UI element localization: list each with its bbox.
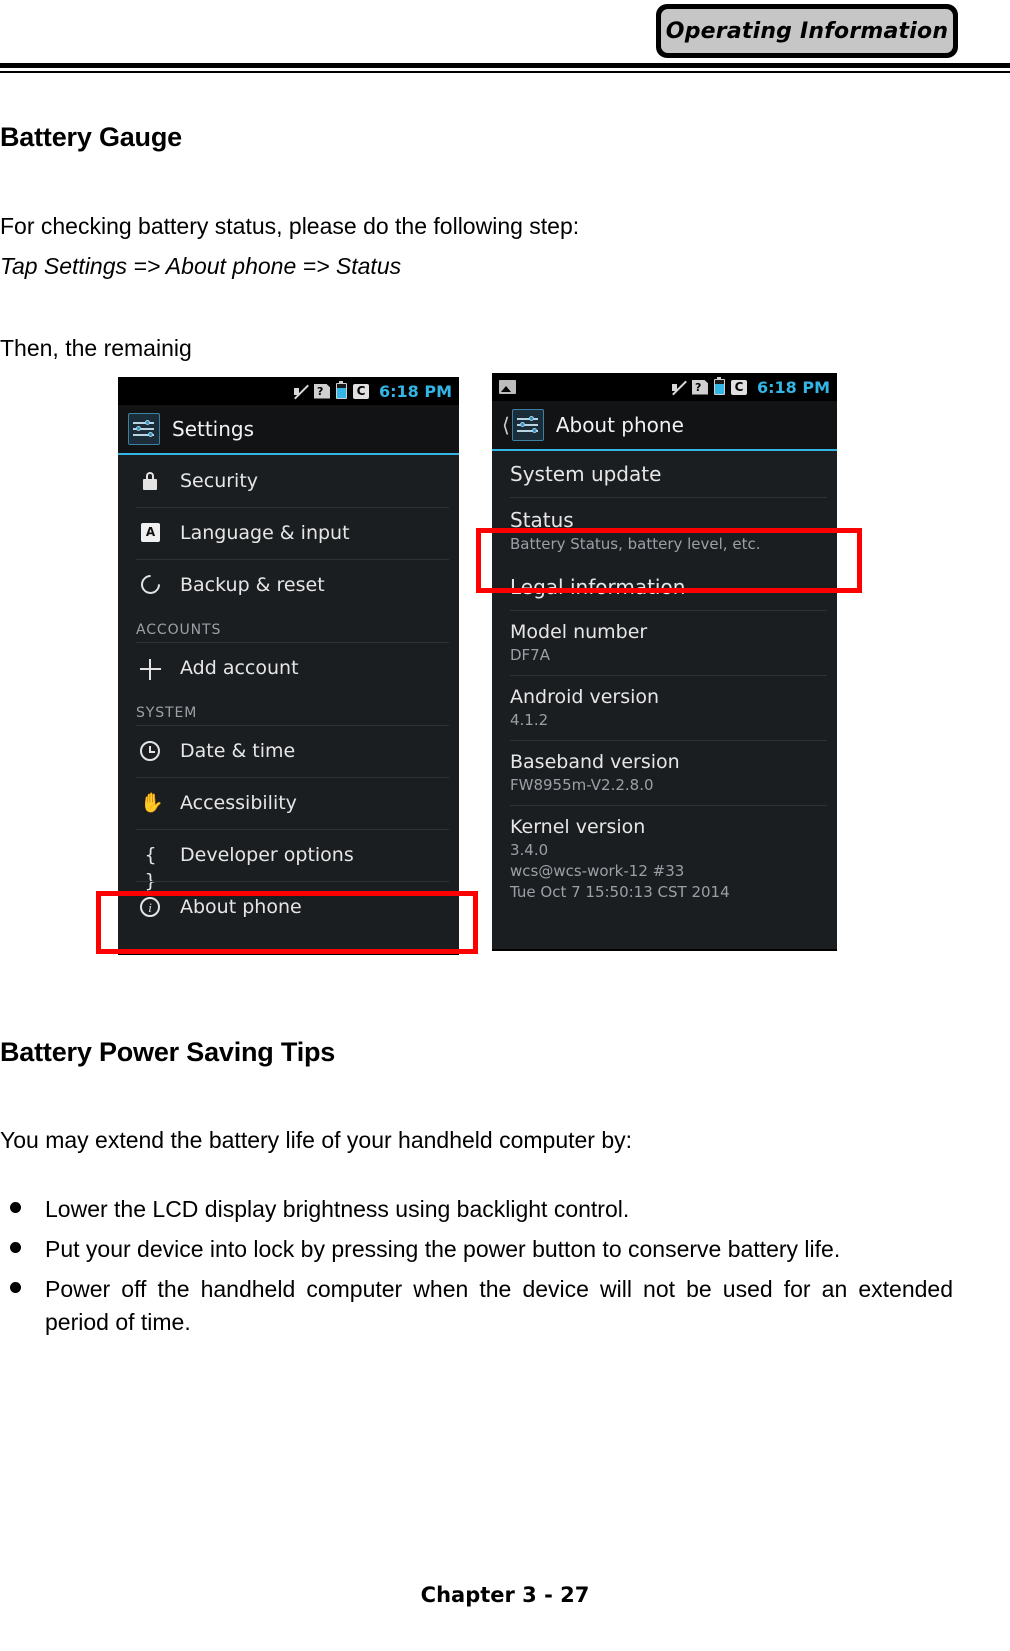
paragraph-check-battery-status: For checking battery status, please do t… (0, 213, 580, 239)
sim-card-icon: ? (691, 379, 708, 395)
list-item-value: 4.1.2 (510, 711, 549, 729)
sidebar-item-date-time[interactable]: Date & time (118, 725, 459, 777)
page-header: Operating Information (0, 0, 1010, 78)
list-item-label: Put your device into lock by pressing th… (45, 1236, 841, 1262)
clock-icon (136, 738, 164, 764)
list-item-android-version[interactable]: Android version 4.1.2 (492, 675, 837, 740)
sidebar-item-backup-reset[interactable]: Backup & reset (118, 559, 459, 611)
app-bar-settings: Settings (118, 405, 459, 455)
list-item-value: DF7A (510, 646, 550, 664)
battery-icon (335, 381, 347, 399)
screenshot-settings: ? C 6:18 PM Settings Security A Language… (118, 377, 459, 955)
list-item: Lower the LCD display brightness using b… (0, 1193, 1010, 1226)
sidebar-item-label: Language & input (180, 522, 350, 544)
list-item-status[interactable]: Status Battery Status, battery level, et… (492, 497, 837, 564)
status-bar-clock: 6:18 PM (756, 377, 830, 397)
list-item: Put your device into lock by pressing th… (0, 1233, 1010, 1266)
sidebar-item-developer-options[interactable]: { } Developer options (118, 829, 459, 892)
running-head-tab: Operating Information (656, 4, 958, 58)
hand-icon: ✋ (140, 792, 164, 814)
bullet-dot-icon (10, 1202, 28, 1213)
list-item-model-number[interactable]: Model number DF7A (492, 610, 837, 675)
header-rule-thin (0, 71, 1010, 73)
list-item-system-update[interactable]: System update (492, 451, 837, 497)
image-icon (499, 380, 516, 394)
sim-card-icon: ? (313, 383, 330, 399)
paragraph-then-remaining: Then, the remainig (0, 335, 192, 361)
sidebar-item-accessibility[interactable]: ✋ Accessibility (118, 777, 459, 829)
language-a-icon: A (136, 520, 164, 546)
paragraph-tap-path: Tap Settings => About phone => Status (0, 253, 402, 279)
list-item-legal-information[interactable]: Legal information (492, 564, 837, 610)
backup-restore-icon (136, 571, 164, 598)
list-item-title: Legal information (510, 575, 686, 599)
section-title-battery-power-saving-tips: Battery Power Saving Tips (0, 1037, 336, 1067)
c-badge-icon: C (352, 383, 369, 399)
screenshots-figure: ? C 6:18 PM Settings Security A Language… (0, 373, 1010, 973)
list-item-label: Lower the LCD display brightness using b… (45, 1196, 630, 1222)
c-badge-icon: C (730, 379, 747, 395)
sidebar-item-label: Add account (180, 657, 299, 679)
group-header-accounts: ACCOUNTS (136, 622, 222, 638)
plus-icon (136, 655, 164, 681)
app-bar-title: Settings (172, 417, 255, 441)
list-item-title: System update (510, 462, 662, 486)
settings-sliders-icon (128, 413, 160, 445)
lock-icon (136, 468, 164, 494)
braces-icon: { } (144, 844, 158, 892)
app-bar-about-phone: ⟨ About phone (492, 401, 837, 451)
app-bar-title: About phone (555, 413, 684, 437)
header-rule-thick (0, 63, 1010, 68)
sidebar-item-language-input[interactable]: A Language & input (118, 507, 459, 559)
kernel-build-date: Tue Oct 7 15:50:13 CST 2014 (510, 883, 730, 901)
sidebar-item-label: About phone (180, 896, 302, 918)
bullet-dot-icon (10, 1282, 28, 1293)
list-item-title: Kernel version (510, 816, 646, 838)
mute-icon (293, 384, 308, 399)
settings-list: Security A Language & input Backup & res… (118, 455, 459, 953)
sidebar-item-label: Date & time (180, 740, 296, 762)
running-head-label: Operating Information (665, 18, 949, 44)
sidebar-item-about-phone[interactable]: i About phone (118, 881, 459, 933)
info-circle-icon: i (136, 894, 164, 920)
sidebar-item-label: Accessibility (180, 792, 297, 814)
list-item-baseband-version[interactable]: Baseband version FW8955m-V2.2.8.0 (492, 740, 837, 805)
list-item-value: FW8955m-V2.2.8.0 (510, 776, 654, 794)
list-item-label: Power off the handheld computer when the… (45, 1276, 953, 1335)
running-head-tab-inner: Operating Information (660, 8, 954, 54)
settings-sliders-icon (511, 409, 544, 441)
list-item-title: Status (510, 508, 574, 532)
kernel-build-host: wcs@wcs-work-12 #33 (510, 862, 685, 880)
status-bar: ? C 6:18 PM (118, 377, 459, 405)
about-phone-list: System update Status Battery Status, bat… (492, 451, 837, 949)
status-bar-clock: 6:18 PM (378, 381, 452, 401)
sidebar-item-label: Developer options (180, 844, 354, 866)
list-item-title: Model number (510, 621, 648, 643)
list-item-title: Android version (510, 686, 660, 708)
list-item: Power off the handheld computer when the… (0, 1273, 1010, 1339)
battery-icon (713, 377, 725, 395)
list-item-kernel-version[interactable]: Kernel version 3.4.0 wcs@wcs-work-12 #33… (492, 805, 837, 912)
page-footer: Chapter 3 - 27 (0, 1583, 1010, 1607)
section-title-battery-gauge: Battery Gauge (0, 122, 182, 152)
screenshot-about-phone: ? C 6:18 PM ⟨ About phone System update … (492, 373, 837, 951)
footer-page-label: Chapter 3 - 27 (420, 1583, 590, 1607)
sidebar-item-label: Backup & reset (180, 574, 325, 596)
paragraph-extend-battery-life: You may extend the battery life of your … (0, 1127, 633, 1153)
back-chevron-icon[interactable]: ⟨ (502, 415, 510, 435)
status-bar: ? C 6:18 PM (492, 373, 837, 401)
bullet-dot-icon (10, 1242, 28, 1253)
mute-icon (671, 380, 686, 395)
sidebar-item-label: Security (180, 470, 259, 492)
group-header-system: SYSTEM (136, 705, 198, 721)
list-item-subtitle: Battery Status, battery level, etc. (510, 535, 761, 553)
battery-tips-list: Lower the LCD display brightness using b… (0, 1193, 1010, 1346)
sidebar-item-security[interactable]: Security (118, 455, 459, 507)
sidebar-item-add-account[interactable]: Add account (118, 642, 459, 694)
list-item-title: Baseband version (510, 751, 680, 773)
list-item-value: 3.4.0 (510, 841, 549, 859)
